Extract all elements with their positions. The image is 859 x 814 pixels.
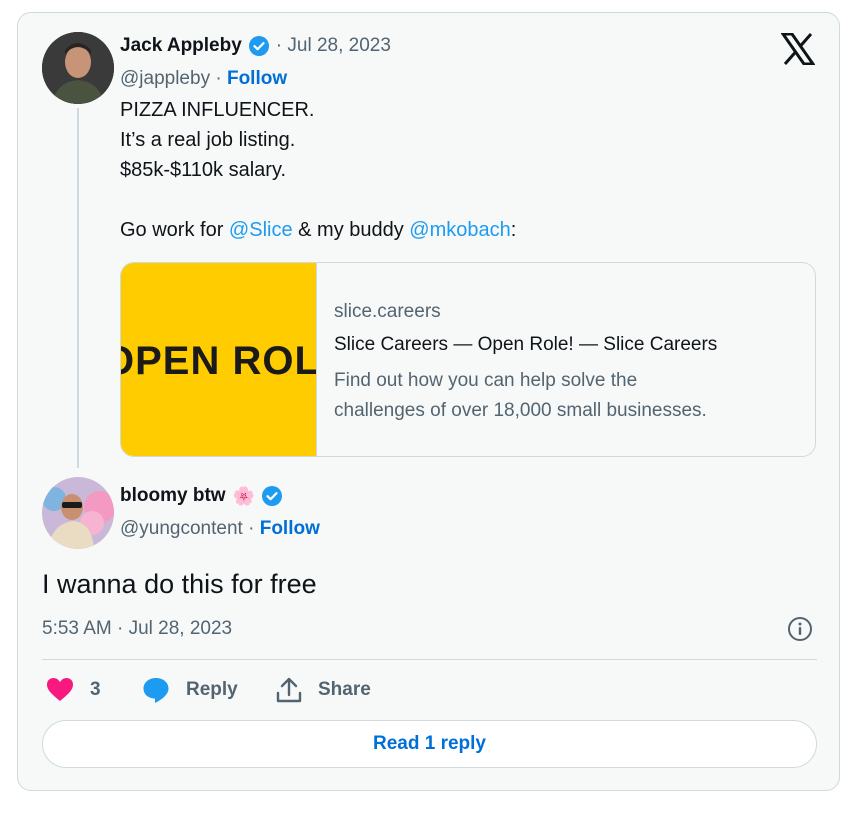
preview-image-text: OPEN ROLE (121, 339, 316, 383)
reply-label: Reply (186, 679, 238, 700)
link-preview-card[interactable]: OPEN ROLE slice.careers Slice Careers — … (120, 262, 816, 457)
link-title: Slice Careers — Open Role! — Slice Caree… (334, 334, 718, 355)
verified-badge-icon (248, 35, 270, 57)
verified-badge-icon (261, 485, 283, 507)
handle-row: @jappleby · Follow (120, 68, 287, 90)
mention-slice[interactable]: @Slice (229, 219, 293, 241)
reply-text: I wanna do this for free (42, 569, 317, 599)
reply-follow-button[interactable]: Follow (260, 518, 320, 539)
description-line: challenges of over 18,000 small business… (334, 400, 707, 421)
read-replies-button[interactable]: Read 1 reply (42, 720, 817, 768)
link-domain: slice.careers (334, 301, 441, 322)
tweet-date[interactable]: · Jul 28, 2023 (276, 35, 391, 57)
x-logo-icon[interactable] (780, 32, 816, 66)
speech-bubble-icon (142, 676, 170, 704)
heart-icon (46, 677, 74, 703)
tweet-line-mentions: Go work for @Slice & my buddy @mkobach: (120, 215, 800, 245)
link-description: Find out how you can help solve the chal… (334, 366, 707, 426)
like-count: 3 (90, 679, 101, 700)
share-label: Share (318, 679, 371, 700)
info-icon[interactable] (787, 616, 813, 642)
divider (42, 659, 817, 660)
jack-appleby-avatar[interactable] (42, 32, 114, 104)
text-segment: & my buddy (292, 219, 410, 241)
share-action[interactable]: Share (276, 676, 371, 704)
reply-author-handle[interactable]: @yungcontent (120, 518, 243, 539)
description-line: Find out how you can help solve the (334, 370, 638, 391)
reply-handle-row: @yungcontent · Follow (120, 518, 320, 540)
tweet-line: It’s a real job listing. (120, 129, 296, 151)
reply-action[interactable]: Reply (142, 676, 238, 704)
text-segment: Go work for (120, 219, 229, 241)
author-name[interactable]: Jack Appleby (120, 35, 242, 57)
tweet-header: Jack Appleby · Jul 28, 2023 (120, 35, 391, 57)
tweet-line: PIZZA INFLUENCER. (120, 99, 315, 121)
mention-mkobach[interactable]: @mkobach (409, 219, 510, 241)
tweet-body: PIZZA INFLUENCER. It’s a real job listin… (120, 95, 800, 245)
follow-button[interactable]: Follow (227, 68, 287, 89)
text-segment: : (510, 219, 517, 241)
like-action[interactable]: 3 (46, 677, 101, 703)
separator-dot: · (215, 68, 227, 89)
reply-timestamp[interactable]: 5:53 AM · Jul 28, 2023 (42, 618, 232, 640)
tweet-line: $85k-$110k salary. (120, 159, 287, 181)
thread-connector-line (77, 108, 79, 468)
reply-author-name[interactable]: bloomy btw (120, 485, 226, 507)
share-upload-icon (276, 676, 302, 704)
cherry-blossom-emoji: 🌸 (232, 485, 255, 506)
read-replies-label: Read 1 reply (373, 733, 486, 754)
bloomy-avatar[interactable] (42, 477, 114, 549)
reply-header: bloomy btw 🌸 (120, 485, 283, 507)
separator-dot: · (248, 518, 260, 539)
author-handle[interactable]: @jappleby (120, 68, 210, 89)
link-preview-image: OPEN ROLE (121, 263, 317, 456)
